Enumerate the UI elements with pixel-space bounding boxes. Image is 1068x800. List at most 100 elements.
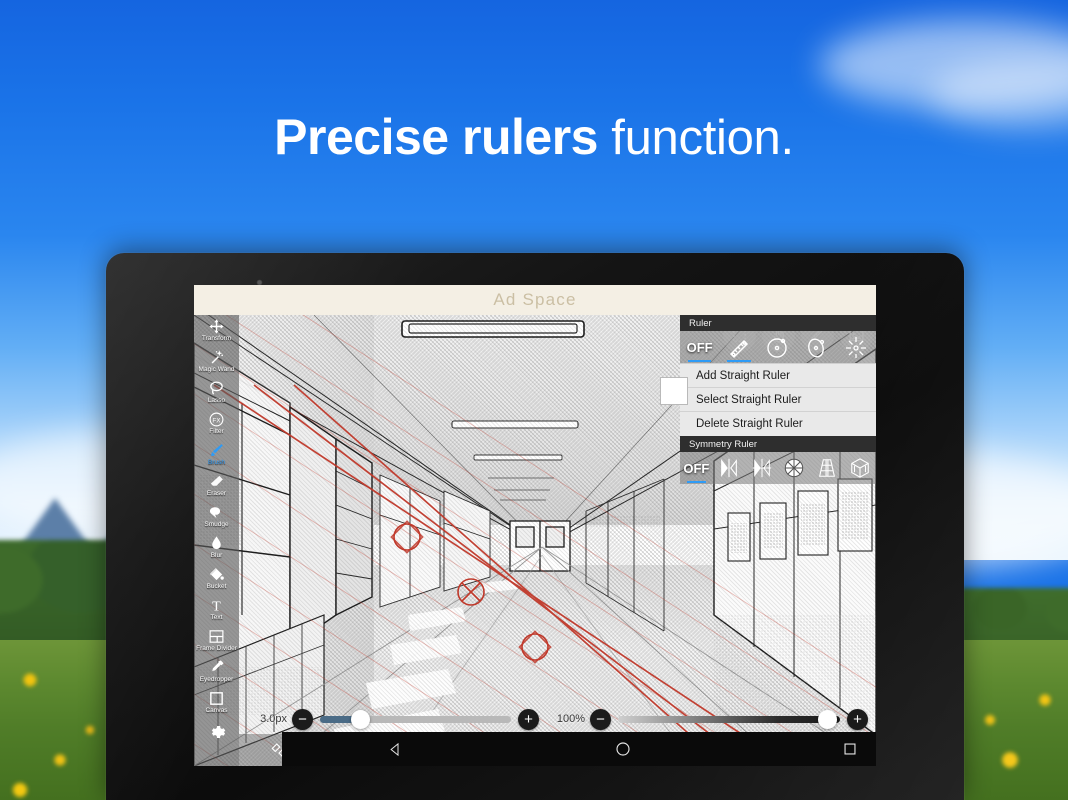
opacity-increase-button[interactable]: + [847, 708, 868, 730]
svg-text:FX: FX [212, 417, 221, 424]
ruler-section-header: Ruler [680, 315, 876, 331]
sidebar-item-eyedropper[interactable]: Eyedropper [194, 658, 239, 689]
mirror-cross-icon [751, 457, 773, 479]
straight-ruler-button[interactable] [719, 331, 758, 363]
smudge-icon [208, 503, 225, 521]
symmetry-off-button[interactable]: OFF [680, 452, 713, 484]
menu-item-add-straight-ruler[interactable]: Add Straight Ruler [680, 364, 876, 388]
radial-ruler-icon [844, 335, 868, 359]
menu-item-delete-straight-ruler[interactable]: Delete Straight Ruler [680, 412, 876, 436]
square-recents-icon [843, 742, 857, 756]
svg-text:T: T [212, 598, 221, 614]
ruler-icon-row[interactable]: OFF [680, 331, 876, 363]
box-grid-button[interactable] [843, 452, 876, 484]
brush-size-value: 3.0px [260, 713, 287, 725]
sidebar-item-settings[interactable] [194, 723, 239, 754]
sidebar-label: Transform [201, 335, 232, 342]
brush-size-track[interactable] [320, 709, 511, 729]
radial-symmetry-icon [783, 457, 805, 479]
tablet-screen: Ad Space Transform Magic Wand Lasso FX F… [194, 285, 876, 766]
ruler-section-title: Ruler [689, 317, 712, 329]
circle-ruler-icon [766, 335, 790, 359]
blur-drop-icon [208, 534, 225, 552]
brush-size-decrease-button[interactable]: − [292, 708, 313, 730]
sidebar-item-filter[interactable]: FX Filter [194, 410, 239, 441]
slider-bar[interactable]: 3.0px − + 100% − + [239, 704, 876, 734]
sidebar-item-lasso[interactable]: Lasso [194, 379, 239, 410]
tablet-device: Ad Space Transform Magic Wand Lasso FX F… [106, 253, 964, 800]
box-grid-icon [849, 457, 871, 479]
brush-icon [208, 441, 225, 459]
headline-light: function. [597, 111, 794, 165]
eraser-icon [208, 472, 225, 490]
nav-home-button[interactable] [593, 741, 653, 757]
sidebar-item-smudge[interactable]: Smudge [194, 503, 239, 534]
opacity-knob[interactable] [817, 709, 837, 729]
tool-sidebar[interactable]: Transform Magic Wand Lasso FX Filter Bru… [194, 315, 239, 766]
brush-size-knob[interactable] [350, 709, 370, 729]
radial-ruler-button[interactable] [837, 331, 876, 363]
brush-size-increase-button[interactable]: + [518, 708, 539, 730]
circle-home-icon [615, 741, 631, 757]
symmetry-section-header: Symmetry Ruler [680, 436, 876, 452]
opacity-track[interactable] [618, 709, 840, 729]
perspective-grid-icon [816, 457, 838, 479]
sidebar-label: Eyedropper [199, 676, 234, 683]
sidebar-label: Blur [210, 552, 223, 559]
symmetry-section-title: Symmetry Ruler [689, 438, 758, 450]
frame-divider-icon [208, 627, 225, 645]
magic-wand-icon [208, 348, 225, 366]
canvas-square-icon [208, 689, 225, 707]
sidebar-label: Brush [208, 459, 225, 466]
fx-icon: FX [208, 410, 225, 428]
sidebar-item-brush[interactable]: Brush [194, 441, 239, 472]
lasso-icon [208, 379, 225, 397]
mirror-cross-button[interactable] [745, 452, 778, 484]
mirror-vertical-button[interactable] [713, 452, 746, 484]
text-t-icon: T [208, 596, 225, 614]
opacity-decrease-button[interactable]: − [590, 708, 611, 730]
headline-bold: Precise rulers [274, 109, 598, 165]
eyedropper-icon [208, 658, 225, 676]
ruler-off-button[interactable]: OFF [680, 331, 719, 363]
sidebar-label: Lasso [207, 397, 226, 404]
gear-icon [208, 723, 226, 741]
mirror-vertical-icon [718, 457, 740, 479]
ruler-off-label: OFF [686, 339, 713, 355]
sidebar-label: Frame Divider [196, 645, 237, 652]
sidebar-item-eraser[interactable]: Eraser [194, 472, 239, 503]
sidebar-label: Bucket [206, 583, 227, 590]
symmetry-icon-row[interactable]: OFF [680, 452, 876, 484]
triangle-back-icon [388, 742, 403, 757]
brush-size-slider-group[interactable]: 3.0px − + [239, 704, 539, 734]
ad-banner[interactable]: Ad Space [194, 285, 876, 315]
sidebar-item-blur[interactable]: Blur [194, 534, 239, 565]
sidebar-label: Text [210, 614, 223, 621]
paint-bucket-icon [208, 565, 225, 583]
menu-item-select-straight-ruler[interactable]: Select Straight Ruler [680, 388, 876, 412]
straight-ruler-icon [727, 335, 751, 359]
sidebar-item-magic-wand[interactable]: Magic Wand [194, 348, 239, 379]
sidebar-item-text[interactable]: T Text [194, 596, 239, 627]
nav-recents-button[interactable] [820, 742, 876, 756]
sidebar-item-canvas[interactable]: Canvas [194, 689, 239, 720]
ellipse-ruler-icon [805, 335, 829, 359]
nav-back-button[interactable] [366, 742, 426, 757]
circle-ruler-button[interactable] [758, 331, 797, 363]
opacity-value: 100% [556, 713, 585, 725]
sidebar-item-transform[interactable]: Transform [194, 317, 239, 348]
sidebar-label: Filter [209, 428, 224, 435]
ruler-panel[interactable]: Ruler OFF Add Straight Ruler Select Stra… [660, 315, 876, 501]
opacity-slider-group[interactable]: 100% − + [539, 704, 868, 734]
sidebar-item-bucket[interactable]: Bucket [194, 565, 239, 596]
sidebar-label: Eraser [206, 490, 227, 497]
ellipse-ruler-button[interactable] [798, 331, 837, 363]
android-navigation-bar[interactable] [282, 732, 876, 766]
radial-symmetry-button[interactable] [778, 452, 811, 484]
ruler-context-menu[interactable]: Add Straight Ruler Select Straight Ruler… [680, 363, 876, 436]
sidebar-item-frame-divider[interactable]: Frame Divider [194, 627, 239, 658]
ruler-color-preview [660, 377, 688, 405]
perspective-grid-button[interactable] [811, 452, 844, 484]
sidebar-label: Canvas [205, 707, 228, 714]
symmetry-off-label: OFF [683, 460, 710, 476]
